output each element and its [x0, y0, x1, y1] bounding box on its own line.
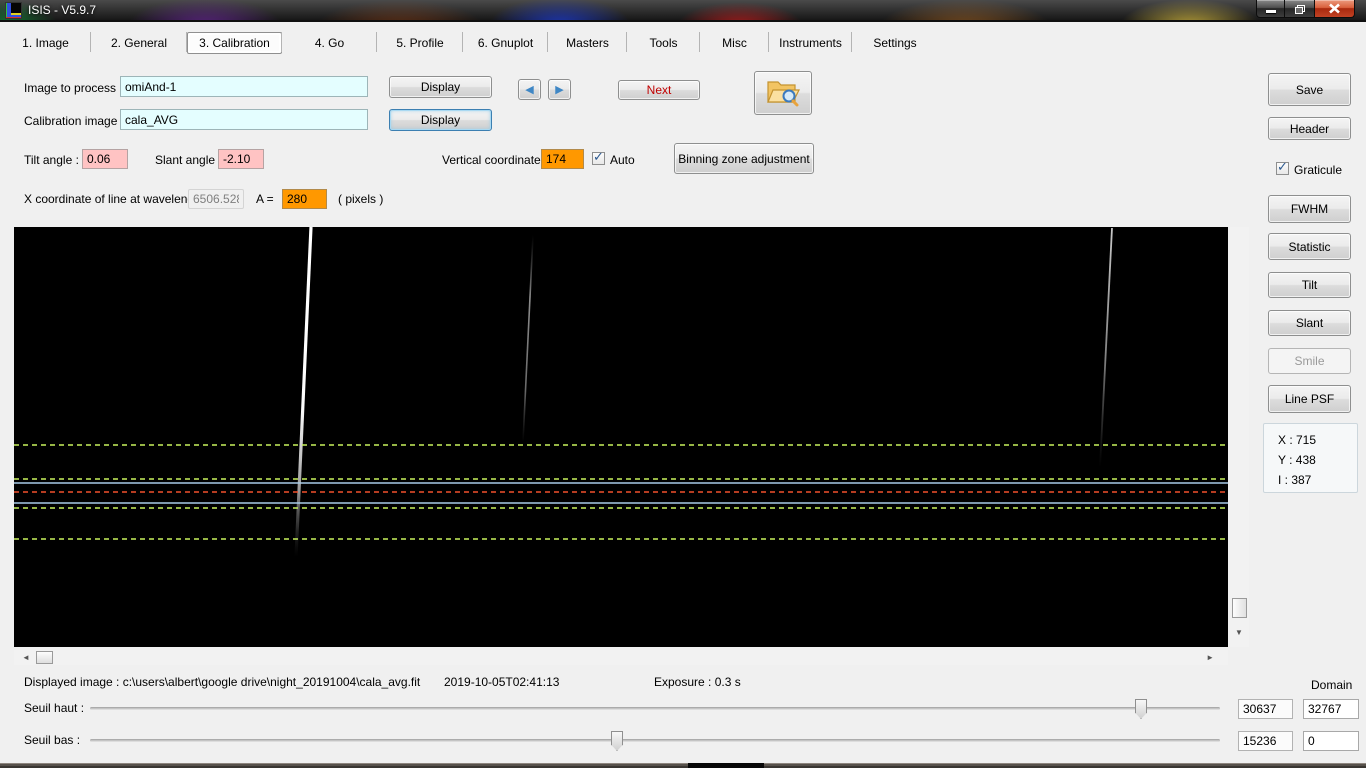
tab-masters[interactable]: Masters: [548, 30, 627, 55]
threshold-low-slider[interactable]: [90, 739, 1220, 742]
window-title: ISIS - V5.9.7: [28, 3, 97, 17]
close-icon: [1329, 3, 1340, 14]
cursor-readout-box: X : 715 Y : 438 I : 387: [1263, 423, 1358, 493]
a-equals-label: A =: [256, 192, 274, 206]
vertical-scrollbar[interactable]: ▼: [1230, 227, 1249, 647]
domain-min-input[interactable]: [1303, 731, 1359, 751]
folder-search-icon: [767, 80, 800, 106]
line-psf-button[interactable]: Line PSF: [1268, 385, 1351, 413]
tab-calibration[interactable]: 3. Calibration: [187, 30, 282, 55]
auto-checkbox-label: Auto: [610, 153, 635, 167]
browse-files-button[interactable]: [754, 71, 812, 115]
domain-label: Domain: [1311, 678, 1353, 692]
binning-zone-adjustment-button[interactable]: Binning zone adjustment: [674, 143, 814, 174]
auto-checkbox[interactable]: ✓: [592, 149, 605, 165]
threshold-high-label: Seuil haut :: [24, 701, 85, 715]
minimize-button[interactable]: [1256, 0, 1285, 18]
wavelength-input[interactable]: [188, 189, 244, 209]
window-caption-buttons: [1256, 0, 1355, 18]
tilt-angle-input[interactable]: [82, 149, 128, 169]
calibration-image-view[interactable]: [14, 226, 1228, 647]
save-button[interactable]: Save: [1268, 73, 1351, 106]
tab-image[interactable]: 1. Image: [0, 30, 91, 55]
vertical-coordinate-label: Vertical coordinate :: [442, 153, 548, 167]
scroll-right-icon[interactable]: ►: [1206, 653, 1214, 662]
tilt-button[interactable]: Tilt: [1268, 272, 1351, 298]
chevron-right-icon: ▶: [555, 84, 564, 96]
horizontal-scrollbar[interactable]: ◄ ►: [14, 650, 1228, 665]
spectral-image-canvas: [14, 226, 1228, 647]
tab-misc[interactable]: Misc: [700, 30, 769, 55]
threshold-low-slider-thumb[interactable]: [611, 731, 623, 751]
taskbar-edge-segment: [688, 763, 764, 768]
close-button[interactable]: [1314, 0, 1355, 18]
checkmark-icon: ✓: [1277, 159, 1288, 174]
isis-main-window: ISIS - V5.9.7 1. Image 2. General 3. Cal…: [0, 0, 1366, 768]
isis-app-icon: [5, 2, 22, 19]
threshold-low-value[interactable]: [1238, 731, 1293, 751]
restore-icon: [1295, 4, 1305, 14]
display-calibration-button[interactable]: Display: [389, 109, 492, 131]
main-tab-bar: 1. Image 2. General 3. Calibration 4. Go…: [0, 30, 938, 55]
cursor-i-value: I : 387: [1278, 473, 1312, 487]
checkmark-icon: ✓: [593, 149, 604, 164]
x-coordinate-label: X coordinate of line at wavelength: [24, 192, 205, 206]
horizontal-scrollbar-thumb[interactable]: [36, 651, 53, 664]
tab-tools[interactable]: Tools: [627, 30, 700, 55]
exposure-value: Exposure : 0.3 s: [654, 675, 741, 689]
smile-button[interactable]: Smile: [1268, 348, 1351, 374]
tab-instruments[interactable]: Instruments: [769, 30, 852, 55]
threshold-high-slider-thumb[interactable]: [1135, 699, 1147, 719]
tab-general[interactable]: 2. General: [91, 30, 187, 55]
previous-image-button[interactable]: ◀: [518, 79, 541, 100]
slant-button[interactable]: Slant: [1268, 310, 1351, 336]
scroll-left-icon[interactable]: ◄: [22, 653, 30, 662]
scroll-down-icon[interactable]: ▼: [1235, 628, 1243, 637]
tab-settings[interactable]: Settings: [852, 30, 938, 55]
chevron-left-icon: ◀: [525, 84, 534, 96]
tilt-angle-label: Tilt angle :: [24, 153, 79, 167]
taskbar-edge: [0, 763, 1366, 768]
image-timestamp: 2019-10-05T02:41:13: [444, 675, 560, 689]
threshold-low-label: Seuil bas :: [24, 733, 81, 747]
slant-angle-label: Slant angle :: [155, 153, 222, 167]
cursor-y-value: Y : 438: [1278, 453, 1316, 467]
calibration-image-input[interactable]: [120, 109, 368, 130]
header-button[interactable]: Header: [1268, 117, 1351, 140]
restore-button[interactable]: [1285, 0, 1314, 18]
domain-max-input[interactable]: [1303, 699, 1359, 719]
display-image-button[interactable]: Display: [389, 76, 492, 98]
fwhm-button[interactable]: FWHM: [1268, 195, 1351, 223]
next-image-button[interactable]: ▶: [548, 79, 571, 100]
slant-angle-input[interactable]: [218, 149, 264, 169]
next-step-button[interactable]: Next: [618, 80, 700, 100]
vertical-scrollbar-thumb[interactable]: [1232, 598, 1247, 618]
graticule-checkbox[interactable]: ✓: [1276, 159, 1289, 175]
threshold-high-slider[interactable]: [90, 707, 1220, 710]
minimize-icon: [1265, 10, 1276, 13]
image-to-process-label: Image to process :: [24, 81, 123, 95]
threshold-high-value[interactable]: [1238, 699, 1293, 719]
calibration-image-label: Calibration image :: [24, 114, 125, 128]
tab-gnuplot[interactable]: 6. Gnuplot: [463, 30, 548, 55]
graticule-checkbox-label: Graticule: [1294, 163, 1343, 177]
vertical-coordinate-input[interactable]: [541, 149, 584, 169]
pixels-unit-label: ( pixels ): [338, 192, 384, 206]
tab-profile[interactable]: 5. Profile: [377, 30, 463, 55]
image-to-process-input[interactable]: [120, 76, 368, 97]
cursor-x-value: X : 715: [1278, 433, 1317, 447]
x-coordinate-input[interactable]: [282, 189, 327, 209]
displayed-image-path: Displayed image : c:\users\albert\google…: [24, 675, 421, 689]
statistic-button[interactable]: Statistic: [1268, 233, 1351, 260]
tab-go[interactable]: 4. Go: [282, 30, 377, 55]
window-titlebar[interactable]: ISIS - V5.9.7: [0, 0, 1366, 22]
